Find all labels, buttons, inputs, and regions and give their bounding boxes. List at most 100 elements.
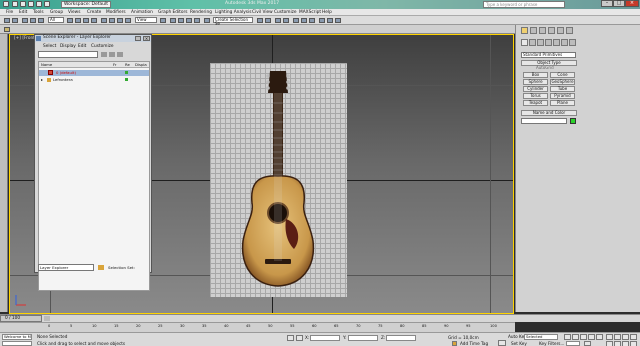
menu-tools[interactable]: Tools <box>33 10 44 15</box>
orbit-icon[interactable] <box>622 341 629 346</box>
mirror-icon[interactable] <box>257 18 263 23</box>
renderable-icon[interactable] <box>125 78 128 81</box>
column-frozen[interactable]: Fr <box>113 62 116 67</box>
previous-frame-icon[interactable] <box>572 334 579 340</box>
selection-set-icon[interactable] <box>98 265 104 270</box>
zoom-extents-all-icon[interactable] <box>630 334 637 340</box>
menu-animation[interactable]: Animation <box>131 10 153 15</box>
options-icon[interactable] <box>117 52 123 57</box>
menu-civil-view[interactable]: Civil View <box>252 10 273 15</box>
menu-group[interactable]: Group <box>50 10 63 15</box>
redo-icon[interactable] <box>12 18 18 23</box>
modeling-ribbon-icon[interactable] <box>4 27 10 32</box>
rendered-frame-icon[interactable] <box>327 18 333 23</box>
workspace-dropdown[interactable]: Workspace: Default <box>61 1 111 8</box>
helpers-icon[interactable] <box>553 39 560 46</box>
lock-selection-icon[interactable] <box>287 335 294 341</box>
modify-tab-icon[interactable] <box>530 27 537 34</box>
undo-icon[interactable] <box>4 18 10 23</box>
place-icon[interactable] <box>125 18 131 23</box>
link-icon[interactable] <box>22 18 28 23</box>
rectangular-selection-icon[interactable] <box>83 18 89 23</box>
new-file-icon[interactable] <box>12 1 18 7</box>
select-object-icon[interactable] <box>67 18 73 23</box>
time-configuration-icon[interactable] <box>584 341 591 346</box>
angle-snap-icon[interactable] <box>178 18 184 23</box>
geometry-icon[interactable] <box>521 39 528 46</box>
torus-button[interactable]: Torus <box>523 93 548 99</box>
redo-icon[interactable] <box>44 1 50 7</box>
set-key-icon[interactable] <box>498 340 506 346</box>
pyramid-button[interactable]: Pyramid <box>550 93 575 99</box>
autogrid-checkbox[interactable]: AutoGrid <box>536 65 554 70</box>
spinner-snap-icon[interactable] <box>194 18 200 23</box>
explorer-menu-edit[interactable]: Edit <box>78 44 86 49</box>
scene-explorer-icon[interactable] <box>283 18 289 23</box>
open-file-icon[interactable] <box>20 1 26 7</box>
plane-button[interactable]: Plane <box>550 100 575 106</box>
cone-button[interactable]: Cone <box>550 72 575 78</box>
window-crossing-icon[interactable] <box>91 18 97 23</box>
add-time-tag[interactable]: Add Time Tag <box>460 341 488 346</box>
scene-explorer-title[interactable]: Scene Explorer - Layer Explorer <box>35 35 151 42</box>
create-tab-icon[interactable] <box>521 27 528 34</box>
column-display[interactable]: Displa <box>135 62 147 67</box>
next-frame-icon[interactable] <box>588 334 595 340</box>
reference-coordinate-dropdown[interactable]: View <box>135 17 157 23</box>
explorer-close-button[interactable]: × <box>143 36 150 41</box>
maxscript-listener[interactable]: Welcome to M <box>2 334 32 340</box>
menu-views[interactable]: Views <box>68 10 80 15</box>
time-slider[interactable]: 0 / 100 <box>0 315 42 322</box>
schematic-view-icon[interactable] <box>301 18 307 23</box>
current-frame-field[interactable] <box>566 341 580 346</box>
name-and-color-rollout[interactable]: Name and Color <box>521 110 577 116</box>
menu-create[interactable]: Create <box>87 10 101 15</box>
explorer-menu-select[interactable]: Select <box>43 44 56 49</box>
save-file-icon[interactable] <box>28 1 34 7</box>
layer-row-lefrontera[interactable]: ▸ Lefrontera <box>39 77 149 83</box>
named-selection-dropdown[interactable]: Create Selection Se <box>213 17 253 26</box>
object-name-field[interactable] <box>521 118 567 124</box>
column-renderable[interactable]: Re <box>125 62 130 67</box>
absolute-mode-icon[interactable] <box>296 335 303 341</box>
column-name[interactable]: Name <box>41 62 52 67</box>
rotate-icon[interactable] <box>109 18 115 23</box>
slider-next-icon[interactable] <box>44 316 50 321</box>
z-coordinate-field[interactable] <box>386 335 416 341</box>
utilities-tab-icon[interactable] <box>566 27 573 34</box>
explorer-type-dropdown[interactable]: Layer Explorer <box>38 264 94 271</box>
pivot-center-icon[interactable] <box>160 18 166 23</box>
play-icon[interactable] <box>580 334 587 340</box>
menu-modifiers[interactable]: Modifiers <box>106 10 126 15</box>
renderable-icon[interactable] <box>125 71 128 74</box>
auto-key-dropdown[interactable]: Selected <box>524 334 558 340</box>
close-button[interactable]: × <box>625 0 639 7</box>
layer-row-default[interactable]: 0 (default) <box>39 70 149 76</box>
track-bar[interactable]: 0 5 10 15 20 25 30 35 40 45 50 55 60 65 … <box>0 322 515 332</box>
go-to-end-icon[interactable] <box>596 334 603 340</box>
box-button[interactable]: Box <box>523 72 548 78</box>
time-tag-icon[interactable] <box>452 341 457 346</box>
cameras-icon[interactable] <box>545 39 552 46</box>
expand-arrow-icon[interactable]: ▸ <box>41 77 43 82</box>
geosphere-button[interactable]: GeoSphere <box>550 79 575 85</box>
lights-icon[interactable] <box>537 39 544 46</box>
selection-filter-dropdown[interactable]: All <box>48 17 64 23</box>
guitar-reference-plane[interactable] <box>210 63 347 297</box>
display-tab-icon[interactable] <box>557 27 564 34</box>
render-production-icon[interactable] <box>335 18 341 23</box>
object-color-swatch[interactable] <box>570 118 576 124</box>
select-by-name-icon[interactable] <box>75 18 81 23</box>
motion-tab-icon[interactable] <box>548 27 555 34</box>
y-coordinate-field[interactable] <box>348 335 378 341</box>
bind-space-warp-icon[interactable] <box>38 18 44 23</box>
maximize-button[interactable]: □ <box>613 0 625 7</box>
curve-editor-icon[interactable] <box>293 18 299 23</box>
hierarchy-tab-icon[interactable] <box>539 27 546 34</box>
align-icon[interactable] <box>265 18 271 23</box>
explorer-search-input[interactable] <box>38 51 98 58</box>
cylinder-button[interactable]: Cylinder <box>523 86 548 92</box>
systems-icon[interactable] <box>569 39 576 46</box>
set-key-button[interactable]: Set Key <box>511 341 527 346</box>
app-logo-icon[interactable] <box>3 1 9 7</box>
